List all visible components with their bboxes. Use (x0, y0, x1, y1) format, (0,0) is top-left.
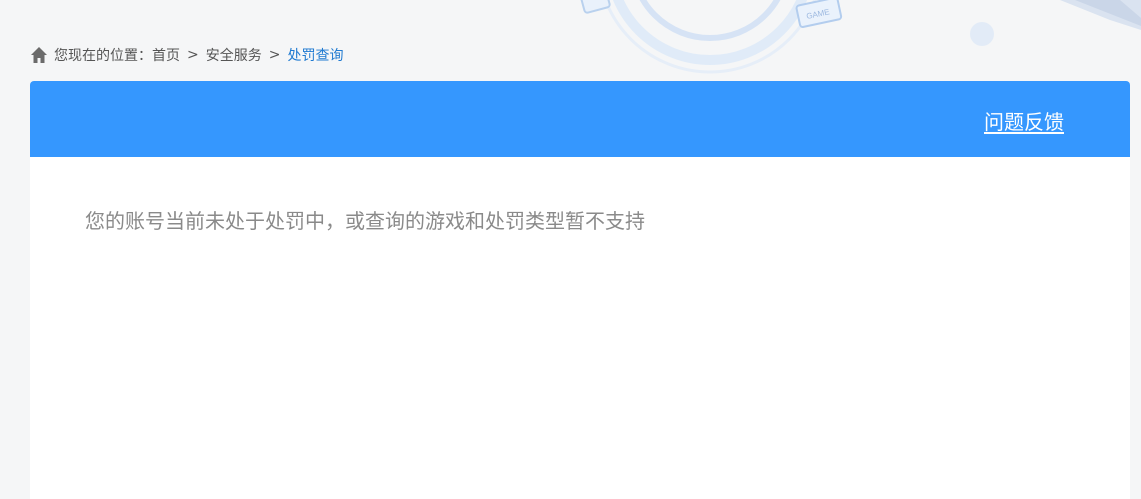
breadcrumb: 您现在的位置： 首页 > 安全服务 > 处罚查询 (30, 44, 343, 66)
breadcrumb-separator: > (187, 47, 199, 63)
status-message: 您的账号当前未处于处罚中，或查询的游戏和处罚类型暂不支持 (85, 209, 645, 233)
breadcrumb-prefix: 您现在的位置： (54, 48, 152, 64)
breadcrumb-security-services[interactable]: 安全服务 (206, 45, 262, 65)
breadcrumb-current: 处罚查询 (287, 48, 344, 64)
game-icon: GAME (795, 0, 843, 28)
header-decoration: GAME (579, 0, 1141, 74)
breadcrumb-home[interactable]: 首页 (152, 45, 180, 65)
phone-icon (579, 0, 611, 14)
home-icon (31, 47, 47, 63)
page: GAME 您现在的位置： 首页 > 安全服务 > 处罚查询 问题反馈 您的账号当… (0, 0, 1141, 499)
breadcrumb-separator: > (268, 47, 281, 63)
feedback-link[interactable]: 问题反馈 (984, 106, 1064, 135)
penalty-query-panel: 问题反馈 您的账号当前未处于处罚中，或查询的游戏和处罚类型暂不支持 (30, 81, 1130, 499)
panel-header: 问题反馈 (30, 81, 1130, 157)
svg-text:GAME: GAME (805, 7, 830, 21)
